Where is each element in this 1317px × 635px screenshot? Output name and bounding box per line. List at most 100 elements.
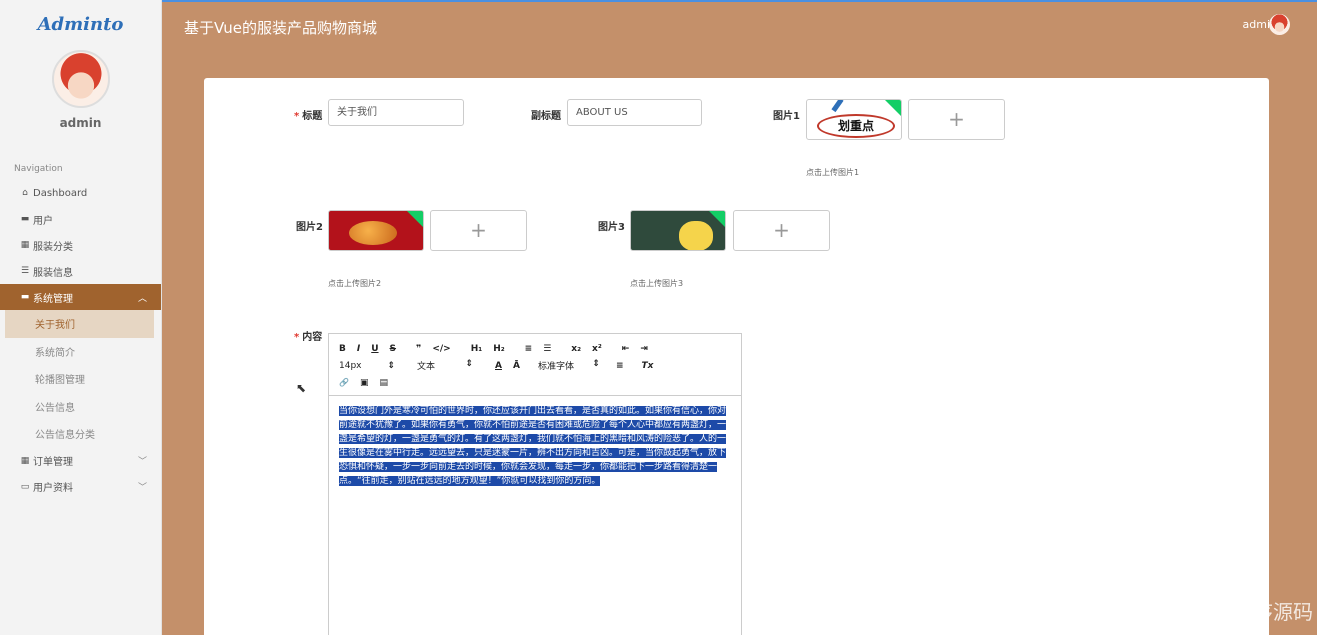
header-value: 文本: [417, 362, 436, 372]
sidebar-item-clothing-category[interactable]: ▦ 服装分类: [0, 232, 161, 258]
video-icon[interactable]: ▤: [379, 378, 388, 388]
pic3-hint: 点击上传图片3: [630, 279, 684, 288]
nav-title: Navigation: [14, 164, 63, 174]
title-label-text: 标题: [302, 111, 323, 122]
user-icon: ▬: [20, 214, 30, 224]
clear-format-button[interactable]: Tx: [641, 361, 653, 371]
pic1-hint: 点击上传图片1: [806, 168, 860, 177]
background-color-button[interactable]: Ā: [513, 361, 520, 371]
editor-toolbar: B I U S ❞ </> H₁ H₂ ≡ ☰ x₂ x² ⇤ ⇥ 14px ⇕ …: [329, 334, 741, 396]
profile-card-icon: ▭: [20, 481, 30, 492]
pen-icon: [831, 100, 844, 113]
sidebar-item-users[interactable]: ▬ 用户: [0, 206, 161, 232]
list-icon: ☰: [20, 266, 30, 276]
pic2-hint: 点击上传图片2: [328, 279, 382, 288]
chevron-down-icon: ﹀: [137, 483, 147, 493]
pic2-image: [349, 221, 397, 245]
top-header: 基于Vue的服装产品购物商城 admin: [163, 0, 1317, 52]
editor-content[interactable]: 当你设想门外是寒冷可怕的世界时，你还应该开门出去看看，是否真的如此。如果你有信心…: [329, 396, 741, 496]
title-input[interactable]: 关于我们: [328, 99, 464, 126]
sidebar-item-dashboard[interactable]: ⌂ Dashboard: [0, 180, 161, 206]
toolbar-row-format: B I U S ❞ </> H₁ H₂ ≡ ☰ x₂ x² ⇤ ⇥: [339, 340, 741, 357]
align-button[interactable]: ≡: [616, 361, 624, 371]
grid-icon: ▦: [20, 455, 30, 466]
ordered-list-button[interactable]: ≡: [525, 344, 533, 354]
pic2-upload-button[interactable]: +: [430, 210, 527, 251]
font-size-value: 14px: [339, 360, 362, 371]
sidebar: Adminto admin Navigation ⌂ Dashboard ▬ 用户 …: [0, 0, 162, 635]
link-icon[interactable]: 🔗: [339, 378, 349, 387]
mouse-cursor-icon: ⬉: [296, 381, 307, 395]
rich-text-editor[interactable]: B I U S ❞ </> H₁ H₂ ≡ ☰ x₂ x² ⇤ ⇥ 14px ⇕ …: [328, 333, 742, 635]
sidebar-item-user-profile[interactable]: ▭ 用户资料 ﹀: [0, 474, 161, 500]
select-arrows-icon: ⇕: [387, 360, 395, 371]
logo: Adminto: [37, 14, 124, 35]
avatar[interactable]: [1269, 14, 1290, 35]
heading2-button[interactable]: H₂: [493, 344, 504, 354]
font-family-select[interactable]: 标准字体 ⇕: [538, 359, 600, 372]
sidebar-subitem-system-intro[interactable]: 系统简介: [0, 338, 161, 366]
subtitle-input[interactable]: ABOUT US: [567, 99, 702, 126]
chevron-up-icon: ︿: [137, 293, 147, 304]
sidebar-username: admin: [59, 116, 102, 130]
required-marker: *: [294, 332, 300, 343]
title-label: * 标题: [294, 107, 322, 122]
sidebar-item-label: 轮播图管理: [35, 375, 85, 387]
sidebar-item-label: 系统简介: [35, 347, 75, 359]
upload-success-flag: [885, 100, 901, 116]
strike-button[interactable]: S: [390, 344, 396, 354]
superscript-button[interactable]: x²: [592, 344, 602, 354]
content-label: * 内容: [294, 328, 322, 343]
pic1-thumbnail[interactable]: 划重点: [806, 99, 902, 140]
selected-text: 当你设想门外是寒冷可怕的世界时，你还应该开门出去看看，是否真的如此。如果你有信心…: [339, 406, 727, 486]
sidebar-item-system-management[interactable]: ▬ 系统管理 ︿: [0, 284, 161, 310]
sidebar-item-label: 公告信息: [35, 402, 75, 414]
pic2-thumbnail[interactable]: [328, 210, 424, 251]
upload-success-flag: [407, 211, 423, 227]
required-marker: *: [294, 111, 300, 122]
bullet-list-button[interactable]: ☰: [543, 344, 551, 354]
text-color-button[interactable]: A: [495, 361, 502, 371]
code-block-button[interactable]: </>: [432, 344, 450, 354]
sidebar-item-clothing-info[interactable]: ☰ 服装信息: [0, 258, 161, 284]
sidebar-subitem-about-us[interactable]: 关于我们: [5, 310, 154, 338]
home-icon: ⌂: [22, 188, 28, 198]
pic2-label: 图片2: [296, 222, 323, 233]
sidebar-subitem-announcements[interactable]: 公告信息: [0, 393, 161, 421]
sidebar-item-label: 用户资料: [33, 483, 73, 494]
image-icon[interactable]: ▣: [360, 378, 369, 388]
sidebar-item-label: 用户: [33, 215, 53, 227]
sidebar-item-label: 服装信息: [33, 267, 73, 279]
form-panel: * 标题 关于我们 副标题 ABOUT US 图片1 划重点 + 点击上传图片1 …: [204, 78, 1269, 635]
pic3-thumbnail[interactable]: [630, 210, 726, 251]
blockquote-button[interactable]: ❞: [416, 344, 421, 354]
pic3-image: [679, 221, 713, 250]
sidebar-subitem-carousel[interactable]: 轮播图管理: [0, 365, 161, 393]
watermark: CSDN @Nodejs毕设程序源码: [1041, 600, 1313, 624]
sidebar-item-orders[interactable]: ▦ 订单管理 ﹀: [0, 448, 161, 474]
toolbar-row-style: 14px ⇕ 文本 ⇕ A Ā 标准字体 ⇕ ≡ Tx: [339, 357, 741, 374]
sidebar-item-label: 关于我们: [35, 320, 75, 332]
pic1-label: 图片1: [773, 111, 800, 122]
select-arrows-icon: ⇕: [465, 359, 473, 369]
font-family-value: 标准字体: [537, 362, 574, 372]
subtitle-label: 副标题: [531, 111, 561, 122]
pic3-upload-button[interactable]: +: [733, 210, 830, 251]
underline-button[interactable]: U: [371, 344, 378, 354]
header-select[interactable]: 文本 ⇕: [417, 359, 473, 372]
avatar[interactable]: [51, 50, 110, 108]
heading1-button[interactable]: H₁: [471, 344, 482, 354]
pic3-label: 图片3: [598, 222, 625, 233]
subscript-button[interactable]: x₂: [571, 344, 581, 354]
sidebar-item-label: 订单管理: [33, 457, 73, 468]
sidebar-item-label: 公告信息分类: [35, 430, 95, 442]
pic1-upload-button[interactable]: +: [908, 99, 1005, 140]
sidebar-subitem-announcement-category[interactable]: 公告信息分类: [0, 420, 161, 448]
bold-button[interactable]: B: [339, 344, 346, 354]
indent-button[interactable]: ⇥: [640, 344, 648, 354]
italic-button[interactable]: I: [357, 344, 360, 354]
pic1-image: 划重点: [817, 114, 895, 138]
outdent-button[interactable]: ⇤: [622, 344, 630, 354]
upload-success-flag: [709, 211, 725, 227]
font-size-select[interactable]: 14px ⇕: [339, 361, 395, 371]
